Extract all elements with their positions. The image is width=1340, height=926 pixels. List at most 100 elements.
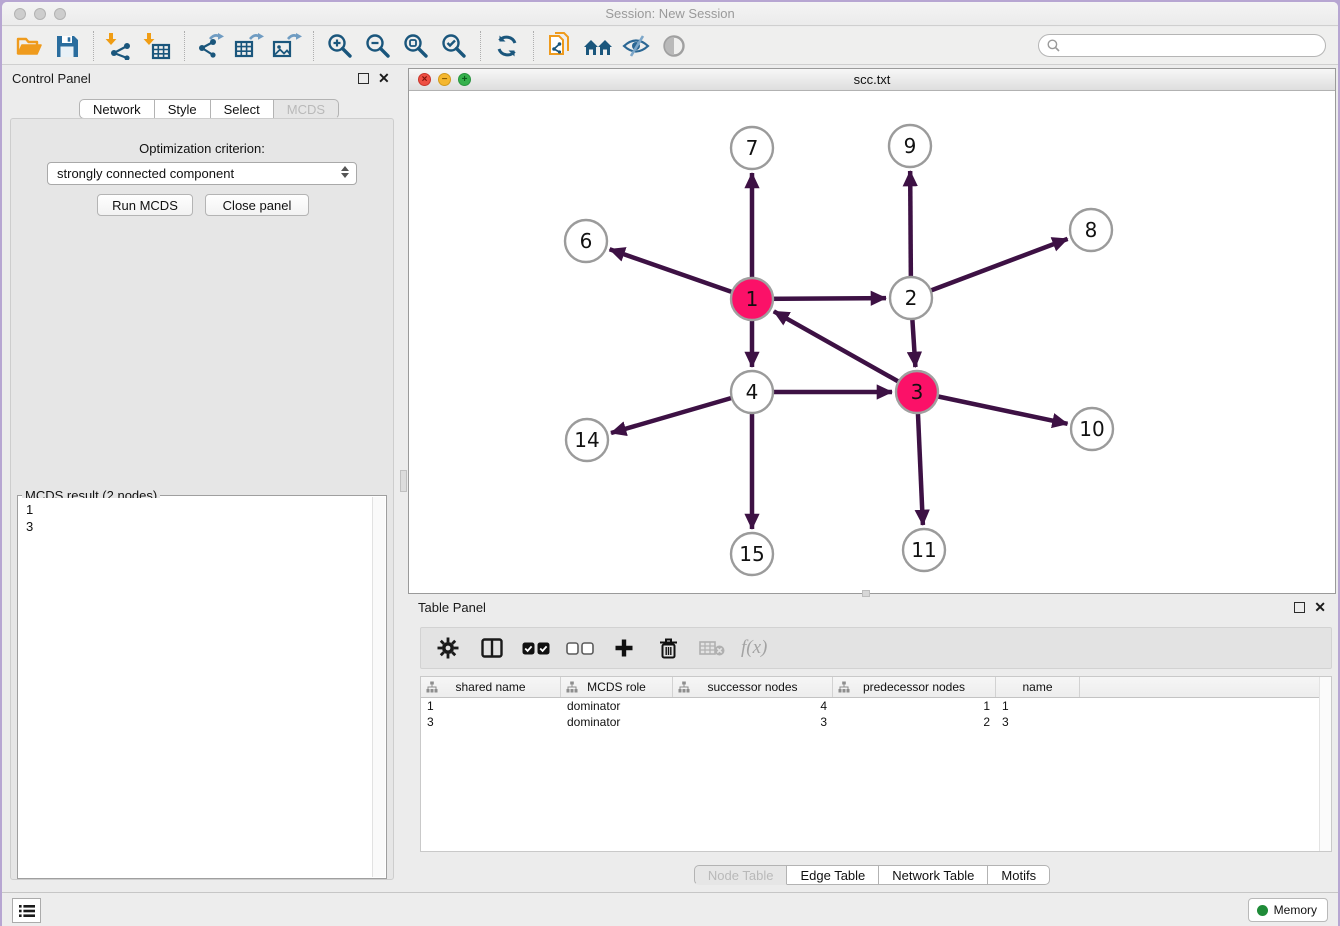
hide-details-button[interactable] (617, 30, 655, 62)
run-mcds-button[interactable]: Run MCDS (97, 194, 193, 216)
export-network-button[interactable] (192, 30, 230, 62)
edge-1-6[interactable] (610, 249, 752, 299)
column-header-name[interactable]: name (996, 677, 1080, 697)
svg-text:10: 10 (1079, 417, 1104, 441)
cell-successor-nodes[interactable]: 3 (673, 714, 833, 730)
node-10[interactable]: 10 (1071, 408, 1113, 450)
cell-successor-nodes[interactable]: 4 (673, 698, 833, 714)
table-scrollbar[interactable] (1319, 677, 1331, 851)
tab-select[interactable]: Select (211, 99, 274, 119)
import-network-button[interactable] (101, 30, 139, 62)
homes-icon (582, 34, 614, 58)
app-window: Session: New Session (2, 2, 1338, 926)
table-panel-title: Table Panel (418, 600, 486, 615)
node-table: shared name MCDS role successor nodes pr… (420, 676, 1332, 852)
create-column-button[interactable] (609, 633, 639, 663)
close-panel-icon[interactable]: ✕ (378, 73, 390, 84)
clone-network-button[interactable] (541, 30, 579, 62)
tab-network-table[interactable]: Network Table (879, 865, 988, 885)
memory-button[interactable]: Memory (1248, 898, 1328, 922)
cell-predecessor-nodes[interactable]: 1 (833, 698, 996, 714)
zoom-selected-button[interactable] (435, 30, 473, 62)
mcds-result-scrollbar[interactable] (372, 497, 385, 877)
table-panel-tabs: Node TableEdge TableNetwork TableMotifs (408, 865, 1336, 885)
table-row[interactable]: 3dominator323 (421, 714, 1331, 730)
float-panel-icon[interactable] (1294, 602, 1305, 613)
network-overview-button[interactable] (579, 30, 617, 62)
select-all-button[interactable] (521, 633, 551, 663)
cell-shared-name[interactable]: 3 (421, 714, 561, 730)
node-1[interactable]: 1 (731, 278, 773, 320)
main-toolbar (2, 27, 1338, 65)
node-8[interactable]: 8 (1070, 209, 1112, 251)
save-session-button[interactable] (48, 30, 86, 62)
panel-divider-grip[interactable] (400, 470, 407, 492)
tab-mcds[interactable]: MCDS (274, 99, 339, 119)
zoom-out-button[interactable] (359, 30, 397, 62)
cell-predecessor-nodes[interactable]: 2 (833, 714, 996, 730)
gear-icon (437, 637, 459, 659)
zoom-out-icon (364, 32, 392, 60)
delete-table-button[interactable] (697, 633, 727, 663)
tab-network[interactable]: Network (79, 99, 155, 119)
column-header-MCDS-role[interactable]: MCDS role (561, 677, 673, 697)
close-panel-button[interactable]: Close panel (205, 194, 309, 216)
memory-label: Memory (1274, 903, 1317, 917)
node-11[interactable]: 11 (903, 529, 945, 571)
table-options-button[interactable] (433, 633, 463, 663)
search-input[interactable] (1065, 39, 1325, 53)
column-header-predecessor-nodes[interactable]: predecessor nodes (833, 677, 996, 697)
node-7[interactable]: 7 (731, 127, 773, 169)
mcds-result-text[interactable]: 1 3 (19, 498, 372, 877)
export-image-button[interactable] (268, 30, 306, 62)
open-session-button[interactable] (10, 30, 48, 62)
node-15[interactable]: 15 (731, 533, 773, 575)
show-columns-button[interactable] (477, 633, 507, 663)
import-table-icon (143, 32, 173, 60)
list-icon (18, 903, 36, 919)
deselect-all-button[interactable] (565, 633, 595, 663)
node-6[interactable]: 6 (565, 220, 607, 262)
tab-style[interactable]: Style (155, 99, 211, 119)
cell-name[interactable]: 3 (996, 714, 1080, 730)
delete-columns-button[interactable] (653, 633, 683, 663)
node-9[interactable]: 9 (889, 125, 931, 167)
close-panel-icon[interactable]: ✕ (1314, 602, 1326, 613)
tab-node-table[interactable]: Node Table (694, 865, 788, 885)
import-table-button[interactable] (139, 30, 177, 62)
optimization-criterion-select[interactable]: strongly connected component (47, 162, 357, 185)
export-table-button[interactable] (230, 30, 268, 62)
cell-shared-name[interactable]: 1 (421, 698, 561, 714)
edge-3-1[interactable] (774, 311, 917, 392)
node-2[interactable]: 2 (890, 277, 932, 319)
window-titlebar: Session: New Session (2, 2, 1338, 26)
edge-3-10[interactable] (917, 392, 1068, 424)
node-3[interactable]: 3 (896, 371, 938, 413)
network-canvas[interactable]: 7 9 6 8 1 2 4 3 14 10 15 11 (409, 91, 1335, 593)
cell-name[interactable]: 1 (996, 698, 1080, 714)
column-header-successor-nodes[interactable]: successor nodes (673, 677, 833, 697)
column-label: name (1022, 680, 1052, 694)
float-panel-icon[interactable] (358, 73, 369, 84)
memory-status-icon (1257, 905, 1268, 916)
edge-2-8[interactable] (911, 239, 1068, 298)
tab-edge-table[interactable]: Edge Table (787, 865, 879, 885)
task-history-button[interactable] (12, 898, 41, 923)
details-toggle-button[interactable] (655, 30, 693, 62)
node-14[interactable]: 14 (566, 419, 608, 461)
cell-MCDS-role[interactable]: dominator (561, 698, 673, 714)
toolbar-separator (184, 31, 185, 61)
column-header-shared-name[interactable]: shared name (421, 677, 561, 697)
tab-motifs[interactable]: Motifs (988, 865, 1050, 885)
svg-text:9: 9 (904, 134, 917, 158)
zoom-fit-button[interactable] (397, 30, 435, 62)
node-4[interactable]: 4 (731, 371, 773, 413)
select-stepper-icon (341, 166, 349, 178)
apply-layout-button[interactable] (488, 30, 526, 62)
function-builder-button[interactable]: f(x) (741, 633, 767, 663)
network-window-titlebar[interactable]: × − + scc.txt (409, 69, 1335, 91)
cell-MCDS-role[interactable]: dominator (561, 714, 673, 730)
zoom-in-button[interactable] (321, 30, 359, 62)
table-row[interactable]: 1dominator411 (421, 698, 1331, 714)
optimization-criterion-label: Optimization criterion: (11, 141, 393, 156)
